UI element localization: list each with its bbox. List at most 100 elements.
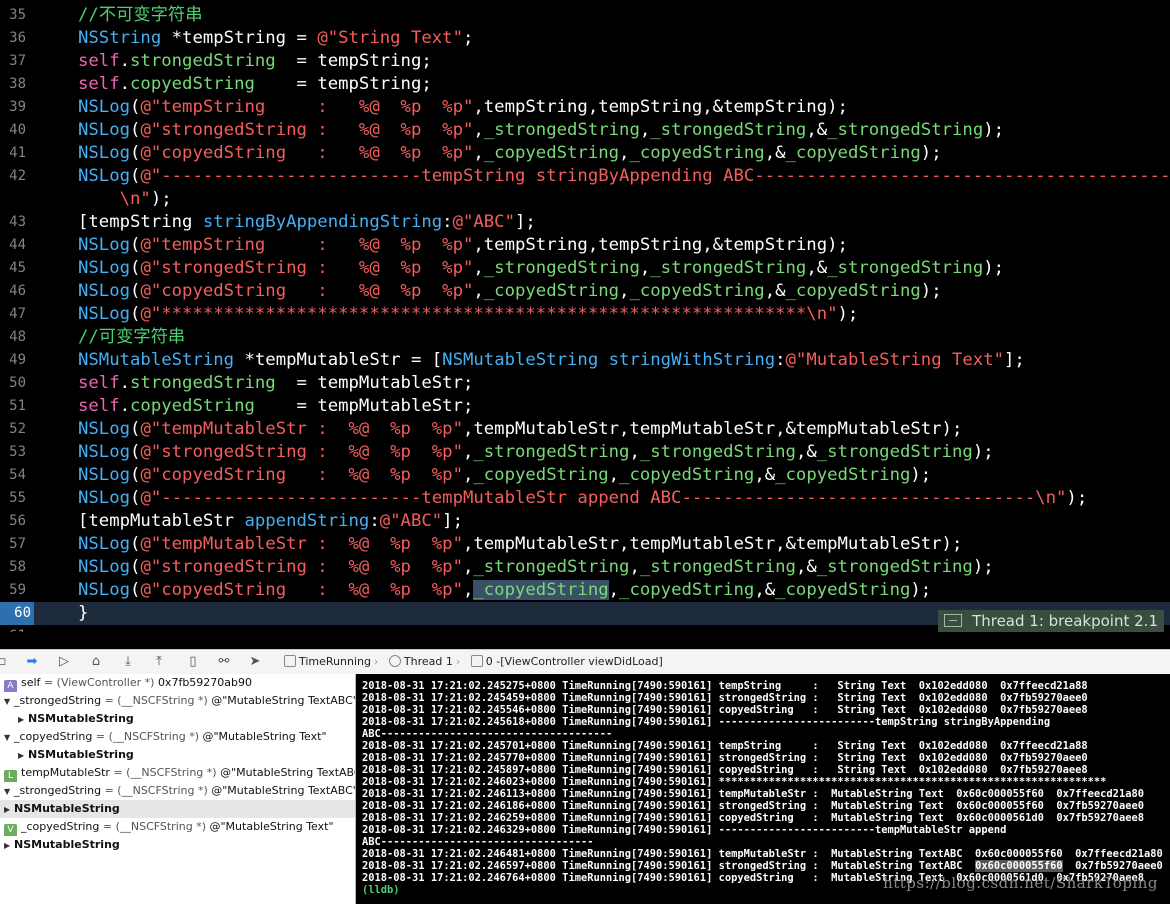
- line-number[interactable]: 42: [0, 165, 26, 188]
- line-number[interactable]: 36: [0, 27, 26, 50]
- code-text[interactable]: NSLog(@"tempMutableStr : %@ %p %p",tempM…: [78, 533, 962, 556]
- code-text[interactable]: NSLog(@"copyedString : %@ %p %p",_copyed…: [78, 280, 942, 303]
- code-text[interactable]: }: [78, 602, 88, 625]
- toggle-console-icon[interactable]: ▫: [0, 654, 10, 670]
- code-text[interactable]: \n");: [78, 188, 172, 211]
- code-text[interactable]: NSString *tempString = @"String Text";: [78, 27, 473, 50]
- disclosure-collapsed-icon[interactable]: ▶: [4, 801, 14, 818]
- selected-text[interactable]: 0x60c000055f60: [975, 860, 1063, 872]
- line-number[interactable]: 59: [0, 579, 26, 602]
- code-line[interactable]: 39 NSLog(@"tempString : %@ %p %p",tempStr…: [0, 96, 1170, 119]
- code-line[interactable]: 59 NSLog(@"copyedString : %@ %p %p",_copy…: [0, 579, 1170, 602]
- step-over-icon[interactable]: ⌂: [88, 654, 104, 670]
- line-number[interactable]: 56: [0, 510, 26, 533]
- code-text[interactable]: NSLog(@"strongedString : %@ %p %p",_stro…: [78, 119, 1004, 142]
- crumb-frame[interactable]: 0 -[ViewController viewDidLoad]: [486, 655, 663, 668]
- line-number[interactable]: 35: [0, 4, 26, 27]
- line-number[interactable]: 61: [0, 625, 26, 632]
- line-number[interactable]: 41: [0, 142, 26, 165]
- line-number[interactable]: 50: [0, 372, 26, 395]
- line-number[interactable]: 54: [0, 464, 26, 487]
- line-number[interactable]: 52: [0, 418, 26, 441]
- code-line[interactable]: 58 NSLog(@"strongedString : %@ %p %p",_st…: [0, 556, 1170, 579]
- disclosure-expanded-icon[interactable]: ▼: [4, 693, 14, 710]
- memory-graph-icon[interactable]: ⚯: [216, 654, 232, 670]
- disclosure-expanded-icon[interactable]: ▼: [4, 783, 14, 800]
- line-number[interactable]: 55: [0, 487, 26, 510]
- code-text[interactable]: NSLog(@"-------------------------tempMut…: [78, 487, 1087, 510]
- code-line[interactable]: 43 [tempString stringByAppendingString:@"…: [0, 211, 1170, 234]
- line-number[interactable]: 43: [0, 211, 26, 234]
- code-line[interactable]: 54 NSLog(@"copyedString : %@ %p %p",_copy…: [0, 464, 1170, 487]
- step-out-icon[interactable]: ⤒: [151, 654, 167, 670]
- code-line[interactable]: 55 NSLog(@"-------------------------tempM…: [0, 487, 1170, 510]
- disclosure-collapsed-icon[interactable]: ▶: [4, 837, 14, 854]
- code-line[interactable]: 52 NSLog(@"tempMutableStr : %@ %p %p",tem…: [0, 418, 1170, 441]
- code-line[interactable]: 46 NSLog(@"copyedString : %@ %p %p",_copy…: [0, 280, 1170, 303]
- code-text[interactable]: self.copyedString = tempMutableStr;: [78, 395, 473, 418]
- disclosure-collapsed-icon[interactable]: ▶: [18, 711, 28, 728]
- line-number[interactable]: 44: [0, 234, 26, 257]
- code-line[interactable]: 42 NSLog(@"-------------------------tempS…: [0, 165, 1170, 188]
- code-text[interactable]: [tempMutableStr appendString:@"ABC"];: [78, 510, 463, 533]
- variable-row[interactable]: ▶ NSMutableString: [0, 800, 359, 818]
- code-text[interactable]: self.copyedString = tempString;: [78, 73, 432, 96]
- line-number[interactable]: 60: [0, 602, 34, 625]
- disclosure-collapsed-icon[interactable]: ▶: [18, 747, 28, 764]
- code-line[interactable]: 51 self.copyedString = tempMutableStr;: [0, 395, 1170, 418]
- variable-row[interactable]: ▶ NSMutableString: [0, 836, 359, 854]
- line-number[interactable]: 51: [0, 395, 26, 418]
- code-text[interactable]: NSLog(@"tempString : %@ %p %p",tempStrin…: [78, 96, 848, 119]
- code-text[interactable]: [tempString stringByAppendingString:@"AB…: [78, 211, 536, 234]
- code-text[interactable]: NSLog(@"-------------------------tempStr…: [78, 165, 1170, 188]
- variable-row[interactable]: ▼ _copyedString = (__NSCFString *) @"Muta…: [0, 728, 359, 746]
- line-number[interactable]: 39: [0, 96, 26, 119]
- code-text[interactable]: NSLog(@"********************************…: [78, 303, 858, 326]
- code-line[interactable]: 38 self.copyedString = tempString;: [0, 73, 1170, 96]
- line-number[interactable]: 53: [0, 441, 26, 464]
- code-line[interactable]: \n");: [0, 188, 1170, 211]
- line-number[interactable]: 47: [0, 303, 26, 326]
- code-text[interactable]: NSLog(@"tempString : %@ %p %p",tempStrin…: [78, 234, 848, 257]
- variable-row[interactable]: ▼ _strongedString = (__NSCFString *) @"Mu…: [0, 782, 359, 800]
- disclosure-expanded-icon[interactable]: ▼: [4, 729, 14, 746]
- code-text[interactable]: NSLog(@"strongedString : %@ %p %p",_stro…: [78, 556, 994, 579]
- code-line[interactable]: 41 NSLog(@"copyedString : %@ %p %p",_copy…: [0, 142, 1170, 165]
- variable-row[interactable]: V _copyedString = (__NSCFString *) @"Muta…: [0, 818, 359, 836]
- code-text[interactable]: NSMutableString *tempMutableStr = [NSMut…: [78, 349, 1025, 372]
- code-text[interactable]: NSLog(@"tempMutableStr : %@ %p %p",tempM…: [78, 418, 962, 441]
- step-into-icon[interactable]: ⤓: [120, 654, 136, 670]
- line-number[interactable]: 46: [0, 280, 26, 303]
- code-line[interactable]: 50 self.strongedString = tempMutableStr;: [0, 372, 1170, 395]
- line-number[interactable]: 57: [0, 533, 26, 556]
- crumb-thread[interactable]: Thread 1: [404, 655, 453, 668]
- code-text[interactable]: NSLog(@"strongedString : %@ %p %p",_stro…: [78, 257, 1004, 280]
- code-text[interactable]: NSLog(@"strongedString : %@ %p %p",_stro…: [78, 441, 994, 464]
- variable-row[interactable]: Aself = (ViewController *) 0x7fb59270ab9…: [0, 674, 359, 692]
- line-number[interactable]: 45: [0, 257, 26, 280]
- code-text[interactable]: self.strongedString = tempMutableStr;: [78, 372, 473, 395]
- code-line[interactable]: 57 NSLog(@"tempMutableStr : %@ %p %p",tem…: [0, 533, 1170, 556]
- code-line[interactable]: 44 NSLog(@"tempString : %@ %p %p",tempStr…: [0, 234, 1170, 257]
- code-text[interactable]: NSLog(@"copyedString : %@ %p %p",_copyed…: [78, 579, 931, 602]
- breakpoints-toggle-icon[interactable]: ➡: [24, 654, 40, 670]
- variable-row[interactable]: ▼ _strongedString = (__NSCFString *) @"Mu…: [0, 692, 359, 710]
- variable-row[interactable]: LtempMutableStr = (__NSCFString *) @"Mut…: [0, 764, 359, 782]
- crumb-app[interactable]: TimeRunning: [299, 655, 371, 668]
- view-hierarchy-icon[interactable]: ▯: [185, 654, 201, 670]
- line-number[interactable]: 37: [0, 50, 26, 73]
- line-number[interactable]: 48: [0, 326, 26, 349]
- code-text[interactable]: NSLog(@"copyedString : %@ %p %p",_copyed…: [78, 464, 931, 487]
- code-line[interactable]: 56 [tempMutableStr appendString:@"ABC"];: [0, 510, 1170, 533]
- code-text[interactable]: //不可变字符串: [78, 4, 203, 27]
- code-text[interactable]: NSLog(@"copyedString : %@ %p %p",_copyed…: [78, 142, 942, 165]
- line-number[interactable]: 40: [0, 119, 26, 142]
- code-line[interactable]: 36 NSString *tempString = @"String Text";: [0, 27, 1170, 50]
- code-line[interactable]: 49 NSMutableString *tempMutableStr = [NSM…: [0, 349, 1170, 372]
- code-text[interactable]: //可变字符串: [78, 326, 185, 349]
- continue-icon[interactable]: ▷: [56, 654, 72, 670]
- line-number[interactable]: 58: [0, 556, 26, 579]
- variables-view[interactable]: Aself = (ViewController *) 0x7fb59270ab9…: [0, 674, 359, 904]
- line-number[interactable]: 49: [0, 349, 26, 372]
- code-line[interactable]: 35 //不可变字符串: [0, 4, 1170, 27]
